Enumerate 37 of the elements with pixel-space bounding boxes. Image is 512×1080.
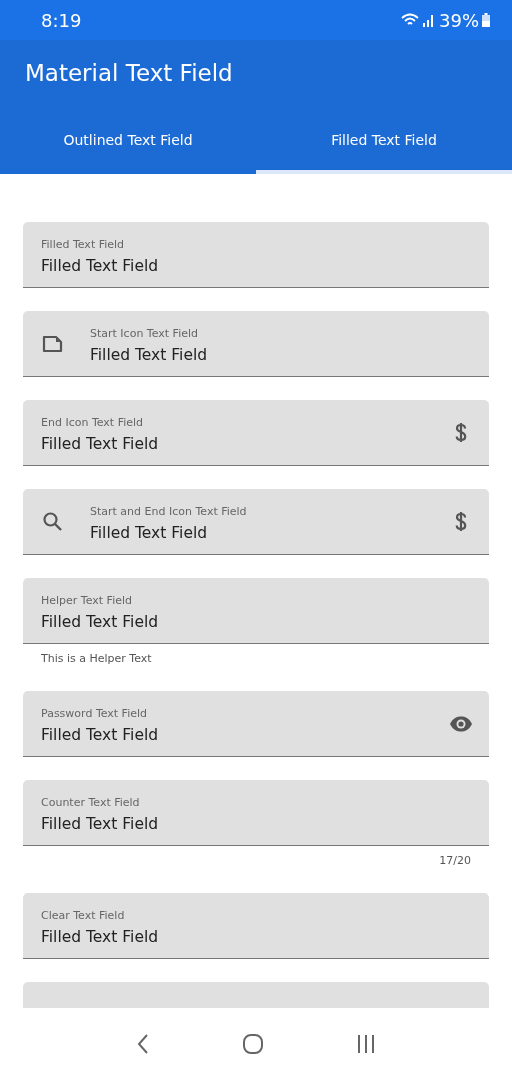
text-field[interactable]: Start Icon Text Field Filled Text Field (23, 311, 489, 377)
tab[interactable]: Outlined Text Field (0, 112, 256, 174)
text-field[interactable]: Counter Text Field Filled Text Field (23, 780, 489, 846)
field-label: Start and End Icon Text Field (90, 504, 247, 518)
tab[interactable]: Filled Text Field (256, 112, 512, 174)
field-label: Helper Text Field (41, 593, 132, 607)
text-field[interactable]: Start and End Icon Text Field Filled Text Field (23, 489, 489, 555)
field-value: Filled Text Field (41, 256, 159, 275)
clock: 8:19 (41, 9, 82, 31)
field-label: Clear Text Field (41, 908, 125, 922)
helper-text: This is a Helper Text (40, 651, 153, 667)
home-icon[interactable] (242, 1033, 264, 1055)
character-counter: 17/20 (438, 853, 472, 869)
field-label: Counter Text Field (41, 795, 140, 809)
field-value: Filled Text Field (41, 927, 159, 946)
field-value: Filled Text Field (90, 345, 208, 364)
text-field[interactable]: Filled Text Field Filled Text Field (23, 222, 489, 288)
field-label: Password Text Field (41, 706, 147, 720)
text-field[interactable]: End Icon Text Field Filled Text Field (23, 400, 489, 466)
field-label: Start Icon Text Field (90, 326, 198, 340)
field-value: Filled Text Field (41, 814, 159, 833)
field-label: Filled Text Field (41, 237, 125, 251)
field-value: Filled Text Field (41, 434, 159, 453)
battery-icon (482, 13, 490, 27)
field-value: Filled Text Field (41, 725, 159, 744)
field-value: Filled Text Field (41, 612, 159, 631)
text-field[interactable]: Clear Text Field Filled Text Field (23, 893, 489, 959)
back-icon[interactable] (136, 1033, 150, 1055)
wifi-icon (401, 13, 419, 27)
text-field[interactable]: Password Text Field Filled Text Field (23, 691, 489, 757)
battery-level: 39% (439, 9, 479, 31)
text-field[interactable]: Helper Text Field Filled Text Field (23, 578, 489, 644)
field-value: Filled Text Field (90, 523, 208, 542)
app-title: Material Text Field (24, 59, 234, 88)
signal-icon (422, 13, 436, 27)
field-label: End Icon Text Field (41, 415, 144, 429)
recent-apps-icon[interactable] (356, 1034, 376, 1054)
